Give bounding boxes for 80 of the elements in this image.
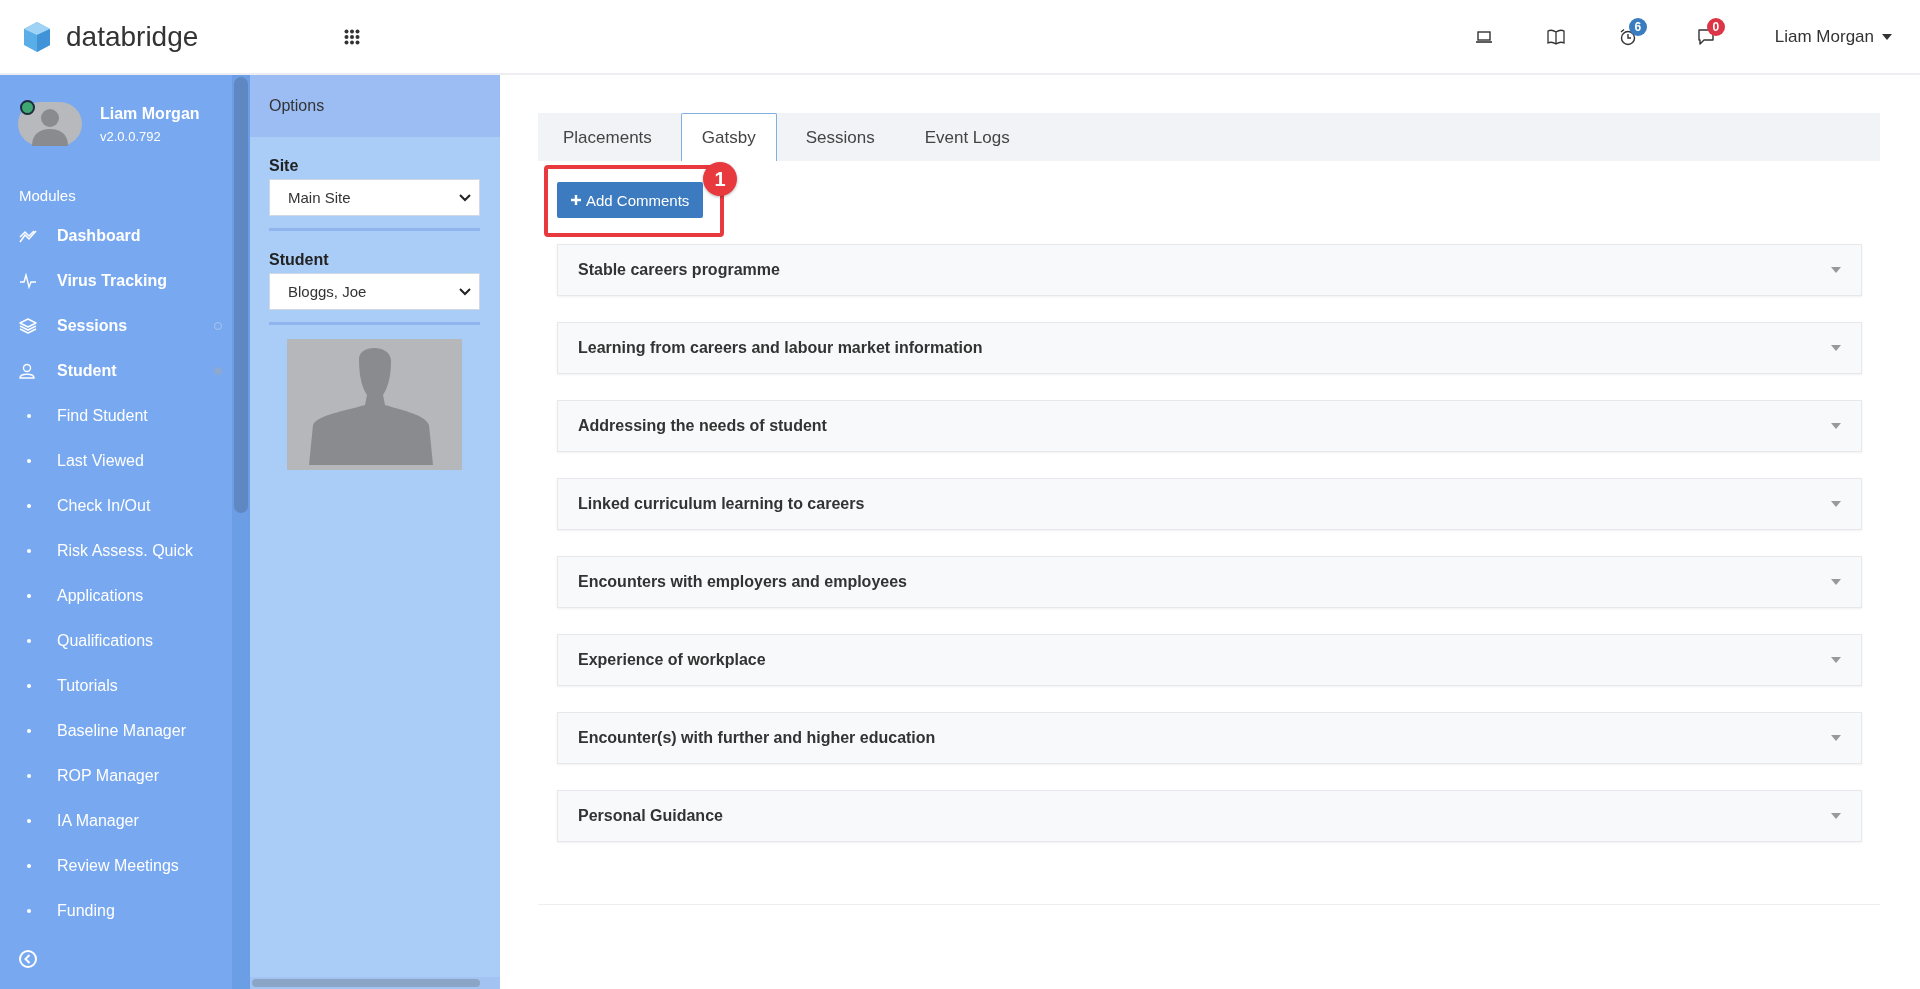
bullet-icon bbox=[27, 728, 31, 733]
module-link[interactable]: Dashboard bbox=[57, 226, 232, 245]
menu-link[interactable]: Find Student bbox=[57, 406, 148, 425]
module-link[interactable]: Student bbox=[57, 361, 214, 380]
step-marker: 1 bbox=[703, 162, 737, 196]
chat-bubble-icon[interactable] bbox=[1696, 27, 1715, 46]
add-comments-button[interactable]: Add Comments bbox=[557, 182, 704, 218]
version-label: v2.0.0.792 bbox=[100, 128, 162, 144]
section-title: Encounter(s) with further and higher education bbox=[578, 729, 936, 747]
scrollbar-thumb[interactable] bbox=[234, 77, 248, 513]
menu-link[interactable]: IA Manager bbox=[57, 811, 139, 830]
menu-link[interactable]: Risk Assess. Quick bbox=[57, 541, 194, 560]
caret-icon bbox=[1882, 33, 1892, 40]
section-title: Addressing the needs of student bbox=[578, 417, 827, 435]
bullet-icon bbox=[27, 458, 31, 463]
logo-icon bbox=[22, 20, 52, 53]
laptop-icon[interactable] bbox=[1474, 29, 1493, 44]
alarm-clock-icon[interactable] bbox=[1618, 27, 1637, 46]
bullet-icon bbox=[27, 683, 31, 688]
section-title: Learning from careers and labour market information bbox=[578, 339, 983, 357]
accordion-header[interactable]: Linked curriculum learning to careers bbox=[557, 478, 1862, 530]
menu-link[interactable]: Applications bbox=[57, 586, 144, 605]
message-count-badge: 0 bbox=[1706, 17, 1725, 36]
bullet-icon bbox=[27, 773, 31, 778]
section-title: Personal Guidance bbox=[578, 807, 723, 825]
menu-link[interactable]: Review Meetings bbox=[57, 856, 179, 875]
avatar-icon bbox=[18, 102, 82, 146]
menu-link[interactable]: Qualifications bbox=[57, 631, 154, 650]
scrollbar-thumb[interactable] bbox=[252, 979, 480, 987]
accordion-header[interactable]: Personal Guidance bbox=[557, 790, 1862, 842]
module-link[interactable]: Sessions bbox=[57, 316, 214, 335]
trend-chart-icon bbox=[19, 227, 37, 244]
bullet-icon bbox=[27, 908, 31, 913]
options-title: Options bbox=[269, 97, 325, 115]
section-title: Linked curriculum learning to careers bbox=[578, 495, 865, 513]
menu-link[interactable]: Funding bbox=[57, 901, 115, 920]
bullet-icon bbox=[27, 548, 31, 553]
section-title: Experience of workplace bbox=[578, 651, 766, 669]
chevron-down-icon bbox=[459, 193, 471, 202]
section-title: Encounters with employers and employees bbox=[578, 573, 907, 591]
menu-link[interactable]: ROP Manager bbox=[57, 766, 159, 785]
select-field[interactable]: Main Site bbox=[269, 179, 480, 216]
module-link[interactable]: Virus Tracking bbox=[57, 271, 232, 290]
layers-icon bbox=[19, 317, 37, 334]
user-menu[interactable]: Liam Morgan bbox=[1774, 26, 1892, 47]
menu-link[interactable]: Check In/Out bbox=[57, 496, 151, 515]
plus-icon bbox=[571, 195, 581, 205]
menu-link[interactable]: Baseline Manager bbox=[57, 721, 186, 740]
accordion-header[interactable]: Encounter(s) with further and higher education bbox=[557, 712, 1862, 764]
chevron-down-icon bbox=[459, 287, 471, 296]
select-field[interactable]: Bloggs, Joe bbox=[269, 273, 480, 310]
accordion-header[interactable]: Encounters with employers and employees bbox=[557, 556, 1862, 608]
person-silhouette-icon bbox=[287, 339, 462, 470]
book-icon[interactable] bbox=[1546, 28, 1565, 45]
tab[interactable]: Sessions bbox=[784, 113, 896, 161]
alarm-count-badge: 6 bbox=[1628, 17, 1647, 36]
bullet-icon bbox=[27, 593, 31, 598]
bullet-icon bbox=[27, 863, 31, 868]
apps-grid-icon[interactable] bbox=[344, 28, 360, 45]
menu-link[interactable]: Tutorials bbox=[57, 676, 118, 695]
pulse-icon bbox=[19, 272, 37, 289]
bullet-icon bbox=[27, 818, 31, 823]
profile-name: Liam Morgan bbox=[100, 104, 200, 123]
field-label: Student bbox=[269, 251, 330, 269]
brand-name: databridge bbox=[66, 20, 199, 53]
section-title: Stable careers programme bbox=[578, 261, 780, 279]
accordion-header[interactable]: Learning from careers and labour market information bbox=[557, 322, 1862, 374]
section-heading: Modules bbox=[18, 186, 77, 206]
tab[interactable]: Event Logs bbox=[903, 113, 1031, 161]
bullet-icon bbox=[27, 638, 31, 643]
accordion-header[interactable]: Addressing the needs of student bbox=[557, 400, 1862, 452]
bullet-icon bbox=[27, 503, 31, 508]
field-label: Site bbox=[269, 157, 300, 175]
tab[interactable]: Placements bbox=[542, 113, 673, 161]
accordion-header[interactable]: Experience of workplace bbox=[557, 634, 1862, 686]
menu-link[interactable]: Last Viewed bbox=[57, 451, 144, 470]
users-icon bbox=[19, 362, 37, 379]
tab[interactable]: Gatsby bbox=[680, 113, 777, 161]
bullet-icon bbox=[27, 413, 31, 418]
accordion-header[interactable]: Stable careers programme bbox=[557, 244, 1862, 296]
